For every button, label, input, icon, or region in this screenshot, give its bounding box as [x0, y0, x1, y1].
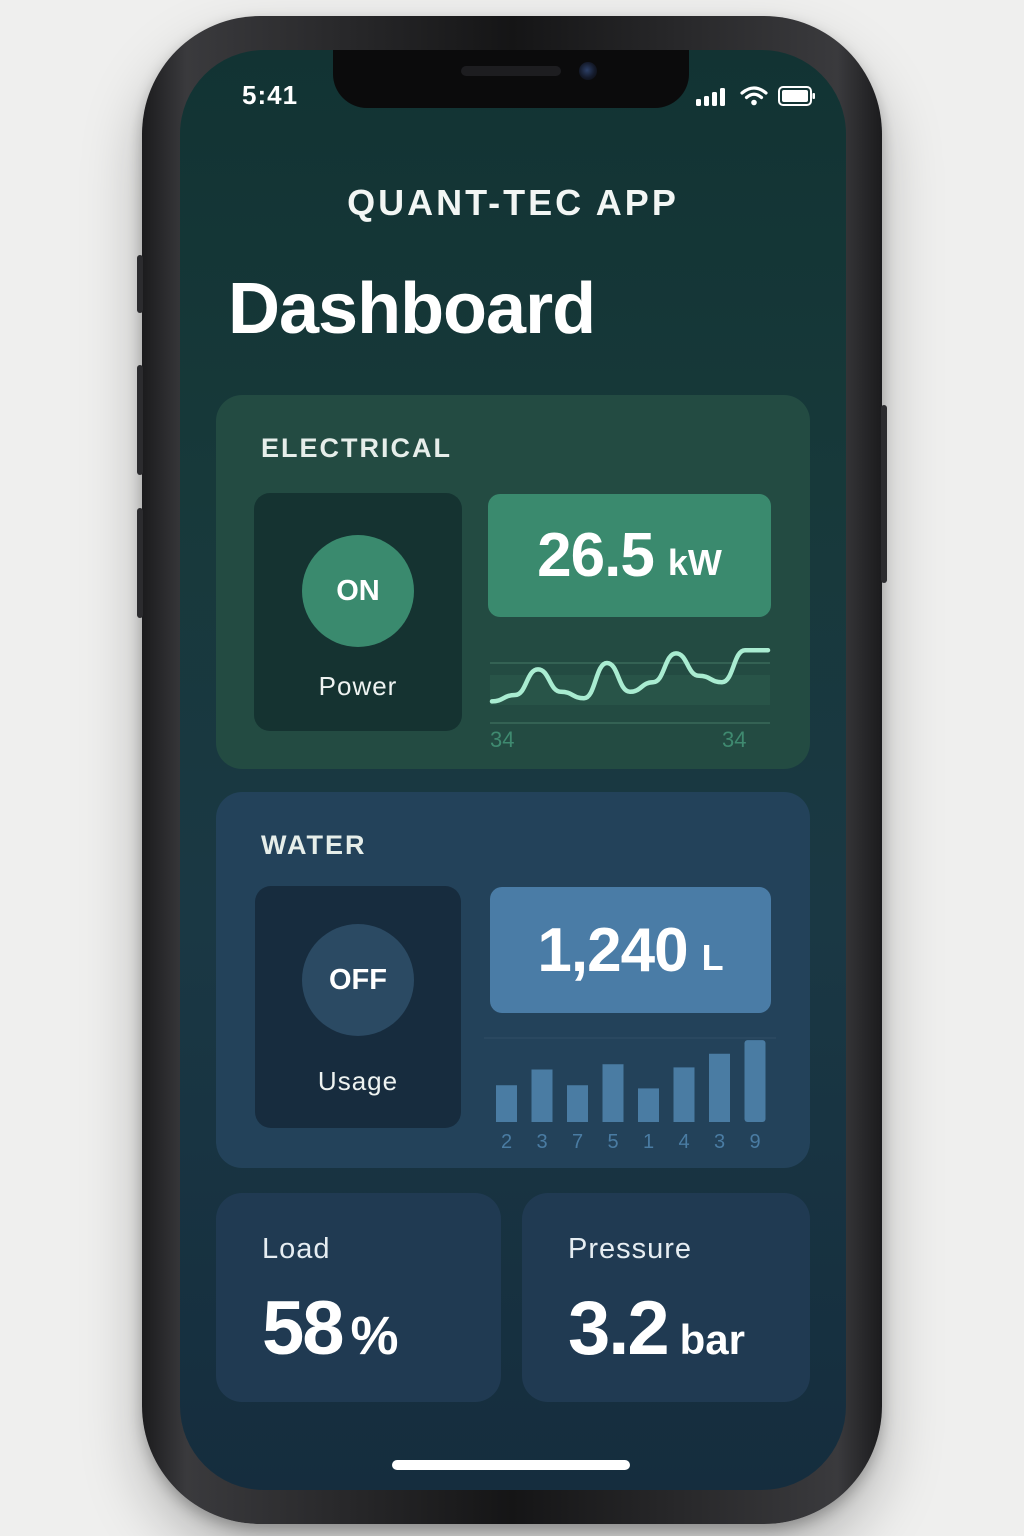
- water-value-display: 1,240 L: [490, 887, 771, 1013]
- power-unit: kW: [667, 541, 722, 583]
- load-card: Load 58 %: [216, 1193, 501, 1402]
- water-bar: [638, 1088, 659, 1122]
- power-button: [881, 405, 887, 583]
- signal-icon: [696, 88, 725, 106]
- pressure-label: Pressure: [568, 1233, 693, 1265]
- status-time: 5:41: [242, 80, 299, 110]
- load-unit: %: [350, 1306, 399, 1366]
- water-bar: [673, 1067, 695, 1122]
- sparkline-left-label: 34: [490, 727, 514, 752]
- usage-toggle-panel[interactable]: OFF Usage: [255, 886, 461, 1128]
- load-value: 58: [262, 1286, 345, 1371]
- mute-switch: [137, 255, 143, 313]
- usage-toggle[interactable]: OFF: [302, 924, 414, 1036]
- water-unit: L: [701, 937, 724, 978]
- water-bar: [531, 1069, 553, 1122]
- volume-down-button: [137, 508, 143, 618]
- phone-screen: 5:41 QUANT-TEC APP Dashboard ELECTRICAL …: [180, 50, 846, 1490]
- water-bar: [496, 1085, 517, 1122]
- water-bar-label: 2: [501, 1131, 512, 1153]
- electrical-card: ELECTRICAL ON Power 26.5 kW 34 34: [216, 395, 810, 769]
- electrical-label: ELECTRICAL: [261, 433, 452, 463]
- wifi-icon: [740, 86, 768, 106]
- pressure-value: 3.2: [568, 1286, 670, 1371]
- usage-caption: Usage: [317, 1066, 399, 1096]
- water-bar-label: 4: [678, 1131, 689, 1153]
- notch: [333, 50, 689, 108]
- water-bar: [709, 1053, 730, 1122]
- pressure-unit: bar: [679, 1316, 746, 1363]
- water-bar-label: 5: [607, 1131, 618, 1153]
- power-caption: Power: [318, 671, 398, 701]
- water-card: WATER OFF Usage 1,240 L 2 3 7 5 1 4 3 9: [216, 792, 810, 1168]
- power-value-display: 26.5 kW: [488, 494, 771, 617]
- water-bar-label: 7: [572, 1131, 583, 1153]
- front-camera: [579, 62, 597, 80]
- water-bar: [567, 1085, 588, 1122]
- water-bar-label: 3: [714, 1131, 725, 1153]
- pressure-card: Pressure 3.2 bar: [522, 1193, 810, 1402]
- battery-icon: [778, 86, 815, 106]
- page-title: Dashboard: [228, 269, 596, 349]
- water-label: WATER: [261, 830, 367, 860]
- load-label: Load: [262, 1233, 331, 1265]
- usage-toggle-state: OFF: [329, 963, 387, 996]
- water-bar-label: 3: [536, 1131, 547, 1153]
- water-bar: [602, 1064, 624, 1122]
- app-title: QUANT-TEC APP: [347, 182, 679, 223]
- power-value: 26.5: [537, 521, 655, 590]
- water-bar: [744, 1040, 766, 1122]
- sparkline-right-label: 34: [722, 727, 746, 752]
- power-toggle-state: ON: [336, 574, 380, 607]
- power-toggle[interactable]: ON: [302, 535, 414, 647]
- power-toggle-panel[interactable]: ON Power: [254, 493, 462, 731]
- water-bar-label: 9: [749, 1131, 760, 1153]
- status-icons: [696, 86, 816, 106]
- volume-up-button: [137, 365, 143, 475]
- water-value: 1,240: [537, 915, 688, 985]
- power-sparkline-chart: 34 34: [489, 647, 771, 752]
- water-bar-label: 1: [643, 1131, 654, 1153]
- home-indicator[interactable]: [392, 1460, 630, 1470]
- pressure-value-group: 3.2 bar: [568, 1285, 745, 1372]
- speaker-grille: [461, 66, 561, 76]
- load-value-group: 58 %: [262, 1285, 399, 1372]
- water-bar-chart: 2 3 7 5 1 4 3 9: [484, 1037, 776, 1153]
